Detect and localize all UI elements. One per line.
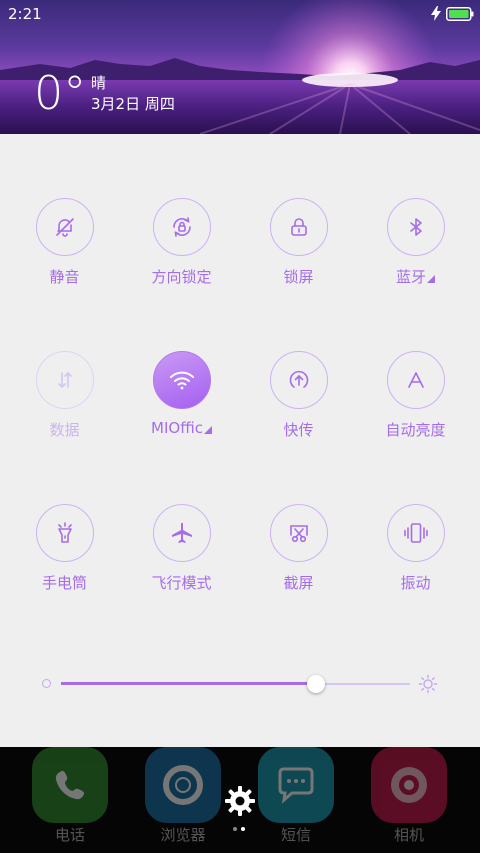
dock-app-phone-label: 电话 — [54, 826, 85, 844]
toggle-rotation-lock-label: 方向锁定 — [151, 268, 212, 286]
toggle-screenshot-button[interactable] — [269, 504, 328, 562]
gear-icon[interactable] — [224, 785, 256, 817]
dock-app-camera[interactable]: 相机 — [369, 747, 449, 845]
brightness-thumb[interactable] — [306, 675, 325, 693]
bell-off-icon — [55, 218, 74, 237]
camera-icon[interactable] — [371, 747, 447, 823]
toggle-mute[interactable]: 静音 — [6, 198, 123, 287]
home-dock: 电话 浏览器 短信 相机 — [0, 747, 480, 853]
toggle-flashlight-button[interactable] — [35, 504, 94, 562]
toggle-mute-button[interactable] — [35, 198, 94, 256]
page-indicator — [233, 827, 247, 831]
toggle-data-button[interactable] — [35, 351, 94, 409]
toggle-flashlight-label: 手电筒 — [41, 574, 87, 592]
wifi-icon — [169, 371, 194, 390]
page-dot — [233, 827, 237, 831]
toggle-data[interactable]: 数据 — [6, 351, 123, 440]
dock-app-browser-label: 浏览器 — [160, 826, 206, 844]
toggle-lock-screen-label: 锁屏 — [283, 268, 314, 286]
dropdown-corner-icon — [427, 275, 435, 283]
flashlight-icon — [57, 522, 72, 543]
weather-header[interactable]: 2:21 0° 晴 3月2日 周四 — [0, 0, 480, 134]
toggle-wifi-button[interactable] — [152, 351, 211, 409]
toggle-wifi-label-text: MIOffic — [151, 419, 203, 437]
status-bar: 2:21 — [0, 0, 480, 28]
battery-charging-icon — [446, 7, 474, 21]
upload-icon — [289, 370, 308, 388]
bluetooth-icon — [409, 218, 422, 236]
dock-app-messages-label: 短信 — [280, 826, 311, 844]
toggle-auto-brightness-label: 自动亮度 — [385, 421, 446, 439]
page-dot — [241, 827, 245, 831]
toggle-lock-screen[interactable]: 锁屏 — [240, 198, 357, 287]
toggle-vibrate-label: 振动 — [400, 574, 431, 592]
toggle-bluetooth[interactable]: 蓝牙 — [357, 198, 474, 287]
dock-app-camera-label: 相机 — [393, 826, 424, 844]
weather-condition: 晴 — [91, 74, 107, 92]
notification-shade: 2:21 0° 晴 3月2日 周四 静音 方向锁定 锁屏 蓝牙 数据 MIOff… — [0, 0, 480, 853]
toggle-bluetooth-button[interactable] — [386, 198, 445, 256]
toggle-airplane-button[interactable] — [152, 504, 211, 562]
dropdown-corner-icon — [203, 426, 212, 434]
toggle-bluetooth-label-text: 蓝牙 — [395, 268, 426, 286]
phone-icon[interactable] — [32, 747, 108, 823]
toggle-screenshot-label: 截屏 — [283, 574, 314, 592]
charging-bolt-icon — [431, 6, 441, 21]
vibrate-icon — [403, 523, 428, 543]
toggle-wifi[interactable]: MIOffic — [123, 351, 240, 437]
toggle-flashlight[interactable]: 手电筒 — [6, 504, 123, 593]
dock-app-browser[interactable]: 浏览器 — [143, 747, 223, 845]
quick-settings-panel: 静音 方向锁定 锁屏 蓝牙 数据 MIOffic 快传 自动亮度 手电筒 飞行模… — [0, 134, 480, 747]
lock-icon — [290, 218, 307, 236]
brightness-low-icon — [42, 679, 51, 688]
temperature: 0° — [34, 66, 87, 120]
toggle-mute-label: 静音 — [49, 268, 80, 286]
toggle-rotation-lock-button[interactable] — [152, 198, 211, 256]
auto-brightness-icon — [407, 372, 424, 388]
sun-icon — [418, 674, 438, 694]
toggle-vibrate[interactable]: 振动 — [357, 504, 474, 593]
scissors-icon — [289, 525, 308, 543]
toggle-quick-share-label: 快传 — [283, 421, 314, 439]
toggle-data-label: 数据 — [49, 421, 80, 439]
toggle-quick-share-button[interactable] — [269, 351, 328, 409]
rotation-lock-icon — [172, 217, 191, 237]
brightness-fill — [61, 682, 316, 685]
toggle-rotation-lock[interactable]: 方向锁定 — [123, 198, 240, 287]
clock: 2:21 — [8, 5, 42, 23]
toggle-vibrate-button[interactable] — [386, 504, 445, 562]
toggle-airplane[interactable]: 飞行模式 — [123, 504, 240, 593]
dock-app-phone[interactable]: 电话 — [30, 747, 110, 845]
browser-icon[interactable] — [145, 747, 221, 823]
data-arrows-icon — [57, 371, 72, 389]
toggle-bluetooth-label: 蓝牙 — [357, 266, 474, 287]
toggle-screenshot[interactable]: 截屏 — [240, 504, 357, 593]
message-icon[interactable] — [258, 747, 334, 823]
airplane-icon — [171, 522, 192, 543]
toggle-lock-screen-button[interactable] — [269, 198, 328, 256]
brightness-slider[interactable] — [40, 674, 440, 694]
dock-app-messages[interactable]: 短信 — [256, 747, 336, 845]
toggle-auto-brightness[interactable]: 自动亮度 — [357, 351, 474, 440]
toggle-wifi-label: MIOffic — [123, 419, 240, 437]
toggle-auto-brightness-button[interactable] — [386, 351, 445, 409]
toggle-airplane-label: 飞行模式 — [151, 574, 212, 592]
toggle-quick-share[interactable]: 快传 — [240, 351, 357, 440]
date: 3月2日 周四 — [91, 95, 175, 113]
